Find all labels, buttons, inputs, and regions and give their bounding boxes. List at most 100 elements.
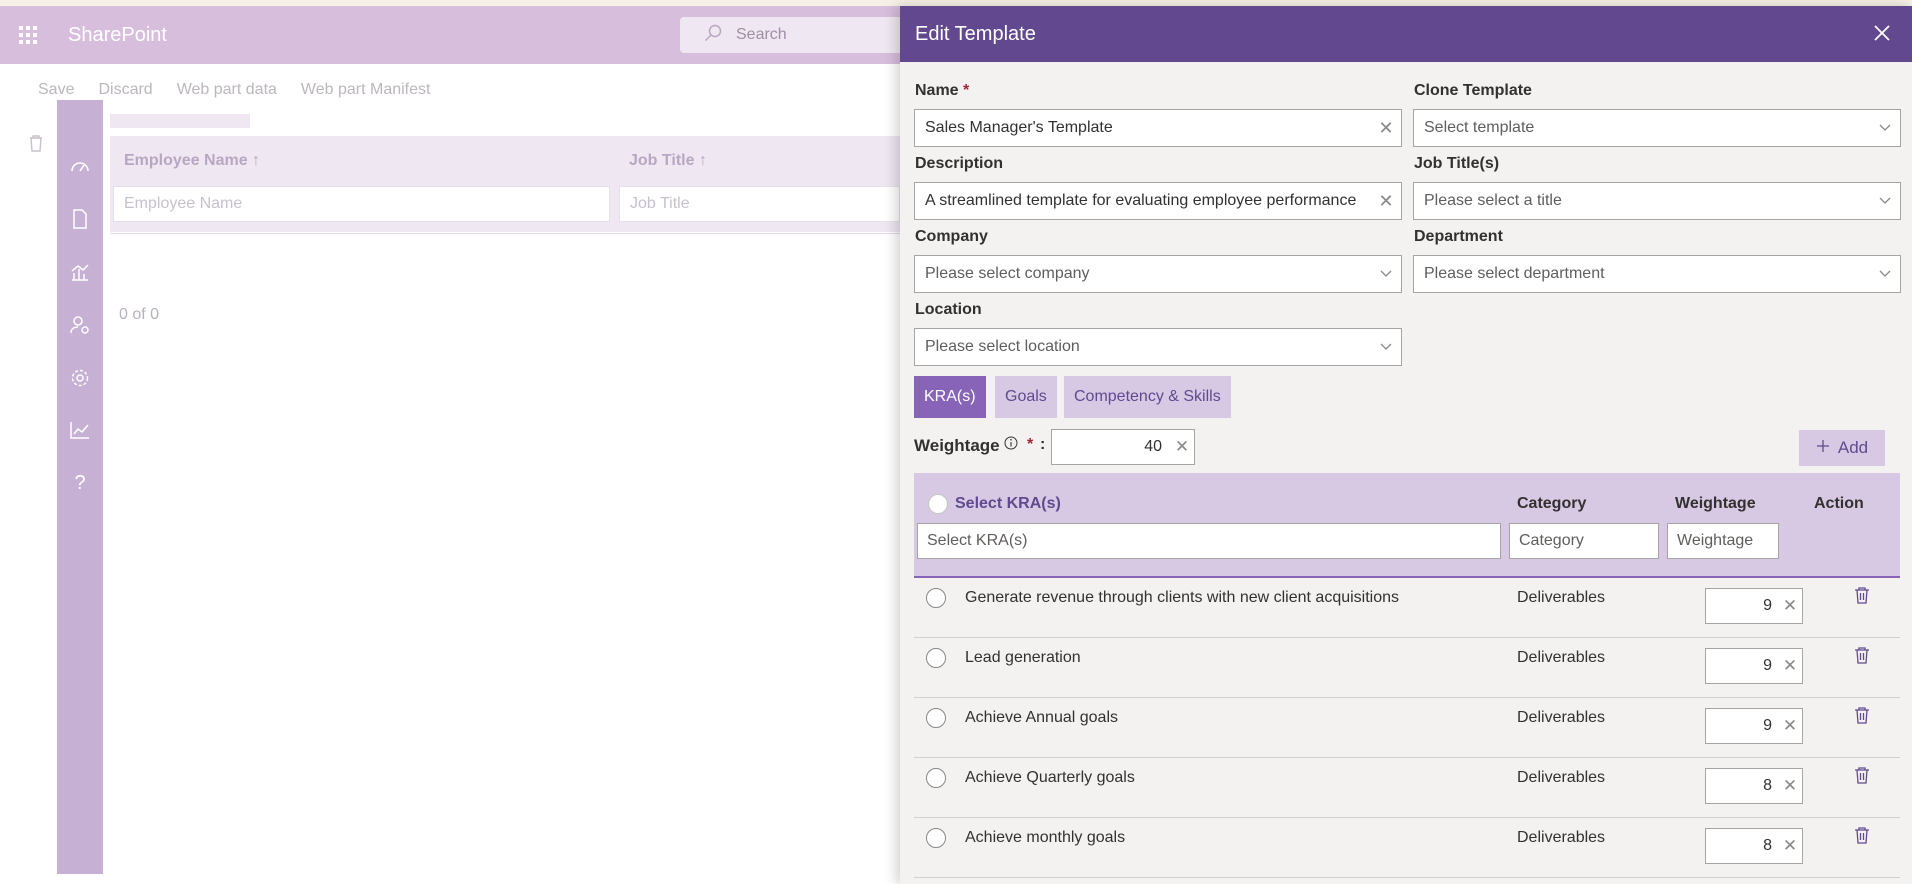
column-select-kras[interactable]: Select KRA(s) [955,495,1061,513]
clear-weightage-icon[interactable]: ✕ [1170,437,1194,457]
tab-kras[interactable]: KRA(s) [914,376,986,418]
clone-template-label: Clone Template [1414,82,1532,99]
trash-icon[interactable] [1854,586,1870,609]
department-dropdown[interactable]: Please select department [1413,255,1901,293]
weightage-input[interactable]: 40 ✕ [1051,429,1195,465]
chevron-down-icon [1371,267,1401,281]
nav-rail: ? [57,100,103,874]
kra-name: Lead generation [965,649,1081,666]
trash-icon[interactable] [1854,706,1870,729]
kra-category: Deliverables [1517,589,1606,606]
clear-icon[interactable]: ✕ [1778,656,1802,676]
weightage-filter-input[interactable]: Weightage [1667,523,1779,559]
weightage-colon: : [1040,436,1046,453]
description-label: Description [915,155,1004,172]
clear-icon[interactable]: ✕ [1778,596,1802,616]
help-icon[interactable]: ? [57,472,103,495]
employee-table-header: Employee Name ↑ Job Title ↑ [110,136,900,186]
app-name[interactable]: SharePoint [68,24,167,47]
table-row: Generate revenue through clients with ne… [914,578,1900,638]
tab-competency-skills[interactable]: Competency & Skills [1064,376,1231,418]
settings-icon[interactable] [57,368,103,394]
web-part-manifest-button[interactable]: Web part Manifest [301,81,431,99]
row-select-radio[interactable] [926,708,946,728]
clear-icon[interactable]: ✕ [1778,776,1802,796]
row-select-radio[interactable] [926,828,946,848]
plus-icon [1816,438,1830,458]
kra-weightage-input[interactable]: 8 ✕ [1705,828,1803,864]
report-icon[interactable] [57,262,103,288]
delete-icon[interactable] [28,134,44,157]
row-select-radio[interactable] [926,588,946,608]
name-label: Name * [915,82,969,100]
column-category[interactable]: Category [1517,495,1586,513]
save-button[interactable]: Save [38,81,74,99]
column-job-title[interactable]: Job Title ↑ [629,152,707,170]
discard-button[interactable]: Discard [98,81,152,99]
description-field[interactable]: A streamlined template for evaluating em… [914,182,1402,220]
divider [110,233,900,234]
info-icon[interactable] [1004,436,1018,453]
clone-template-placeholder: Select template [1424,119,1535,136]
document-icon[interactable] [57,209,103,235]
employee-name-filter[interactable]: Employee Name [113,186,610,222]
chevron-down-icon [1371,340,1401,354]
location-dropdown[interactable]: Please select location [914,328,1402,366]
edit-toolbar [0,116,56,874]
panel-header: Edit Template [900,6,1912,62]
trash-icon[interactable] [1854,766,1870,789]
name-value: Sales Manager's Template [925,119,1113,136]
web-part-data-button[interactable]: Web part data [177,81,277,99]
column-action: Action [1814,495,1864,512]
table-row: Achieve Quarterly goals Deliverables 8 ✕ [914,758,1900,818]
kra-weightage-value: 9 [1763,657,1772,674]
job-titles-placeholder: Please select a title [1424,192,1562,209]
row-select-radio[interactable] [926,768,946,788]
search-icon [704,24,722,47]
analytics-icon[interactable] [57,421,103,445]
employee-filter-row: Employee Name Job Title [110,186,900,232]
kra-name: Achieve Annual goals [965,709,1118,726]
background-tab [110,114,250,128]
clone-template-dropdown[interactable]: Select template [1413,109,1901,147]
company-dropdown[interactable]: Please select company [914,255,1402,293]
add-kra-button[interactable]: Add [1799,430,1885,466]
kra-weightage-input[interactable]: 8 ✕ [1705,768,1803,804]
clear-name-icon[interactable]: ✕ [1371,118,1401,139]
pager-text: 0 of 0 [119,306,160,323]
column-weightage[interactable]: Weightage [1675,495,1756,513]
kra-weightage-value: 9 [1763,597,1772,614]
name-field[interactable]: Sales Manager's Template ✕ [914,109,1402,147]
table-row: Achieve monthly goals Deliverables 8 ✕ [914,818,1900,878]
trash-icon[interactable] [1854,646,1870,669]
kra-filter-input[interactable]: Select KRA(s) [917,523,1501,559]
clear-icon[interactable]: ✕ [1778,716,1802,736]
kra-category: Deliverables [1517,769,1606,786]
kra-weightage-input[interactable]: 9 ✕ [1705,708,1803,744]
dashboard-icon[interactable] [57,156,103,179]
job-titles-dropdown[interactable]: Please select a title [1413,182,1901,220]
company-label: Company [915,228,988,245]
clear-description-icon[interactable]: ✕ [1371,191,1401,212]
name-label-text: Name [915,82,959,99]
clear-icon[interactable]: ✕ [1778,836,1802,856]
select-all-radio[interactable] [928,494,948,514]
tab-goals[interactable]: Goals [995,376,1057,418]
kra-weightage-input[interactable]: 9 ✕ [1705,648,1803,684]
kra-category: Deliverables [1517,829,1606,846]
row-select-radio[interactable] [926,648,946,668]
panel-title: Edit Template [915,22,1036,45]
app-launcher-icon[interactable] [0,25,56,45]
kra-name: Generate revenue through clients with ne… [965,589,1400,606]
department-label: Department [1414,228,1503,245]
column-employee-name[interactable]: Employee Name ↑ [124,152,260,170]
close-icon[interactable] [1874,20,1890,48]
table-row: Lead generation Deliverables 9 ✕ [914,638,1900,698]
chevron-down-icon [1870,194,1900,208]
category-filter-input[interactable]: Category [1509,523,1659,559]
job-title-filter[interactable]: Job Title [619,186,900,222]
user-settings-icon[interactable] [57,315,103,341]
kra-weightage-input[interactable]: 9 ✕ [1705,588,1803,624]
required-mark: * [963,82,970,99]
trash-icon[interactable] [1854,826,1870,849]
